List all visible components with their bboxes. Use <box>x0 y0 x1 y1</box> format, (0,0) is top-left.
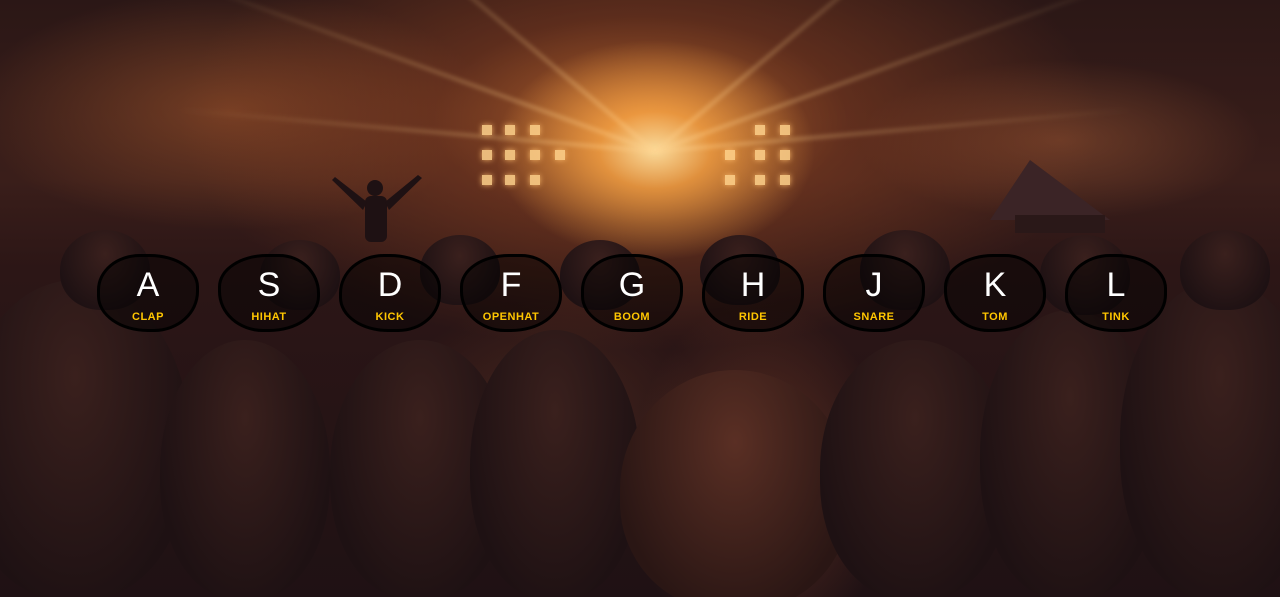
key-s[interactable]: S HIHAT <box>218 254 320 332</box>
concert-background: A CLAP S HIHAT D KICK F OPENHAT G BOOM H… <box>0 0 1280 597</box>
key-k[interactable]: K TOM <box>944 254 1046 332</box>
key-l[interactable]: L TINK <box>1065 254 1167 332</box>
key-h[interactable]: H RIDE <box>702 254 804 332</box>
stage-light <box>780 175 790 185</box>
stage-light <box>755 150 765 160</box>
stage-light <box>780 125 790 135</box>
key-g[interactable]: G BOOM <box>581 254 683 332</box>
stage-light <box>505 150 515 160</box>
light-beam <box>654 0 978 153</box>
sound-label: TINK <box>1102 311 1130 323</box>
light-beam <box>176 108 656 153</box>
sound-label: SNARE <box>853 311 895 323</box>
key-f[interactable]: F OPENHAT <box>460 254 562 332</box>
stage-light <box>530 175 540 185</box>
key-j[interactable]: J SNARE <box>823 254 925 332</box>
key-letter: H <box>740 266 766 304</box>
stage-light <box>555 150 565 160</box>
stage-light <box>482 150 492 160</box>
stage-light <box>530 150 540 160</box>
key-letter: G <box>618 266 646 304</box>
drum-keys: A CLAP S HIHAT D KICK F OPENHAT G BOOM H… <box>97 254 1167 332</box>
key-letter: D <box>377 266 403 304</box>
sound-label: KICK <box>375 311 405 323</box>
stage-light <box>725 175 735 185</box>
light-beam <box>654 108 1134 153</box>
stage-light <box>725 150 735 160</box>
sound-label: CLAP <box>132 311 164 323</box>
stage-light <box>482 175 492 185</box>
key-letter: F <box>500 266 522 304</box>
key-letter: A <box>136 266 160 304</box>
key-letter: J <box>865 266 883 304</box>
stage-light <box>530 125 540 135</box>
sound-label: BOOM <box>613 311 651 323</box>
sound-label: OPENHAT <box>482 311 540 323</box>
key-d[interactable]: D KICK <box>339 254 441 332</box>
crowd-surfer-silhouette <box>332 175 422 242</box>
stage-light <box>505 125 515 135</box>
key-letter: S <box>257 266 281 304</box>
key-a[interactable]: A CLAP <box>97 254 199 332</box>
key-letter: L <box>1106 266 1126 304</box>
stage-light <box>482 125 492 135</box>
key-letter: K <box>983 266 1007 304</box>
light-beam <box>332 0 656 153</box>
stage-light <box>780 150 790 160</box>
stage-light <box>755 175 765 185</box>
sound-label: RIDE <box>738 311 768 323</box>
stage-light <box>755 125 765 135</box>
sound-label: TOM <box>982 311 1008 323</box>
stage-light <box>505 175 515 185</box>
sound-label: HIHAT <box>251 311 287 323</box>
